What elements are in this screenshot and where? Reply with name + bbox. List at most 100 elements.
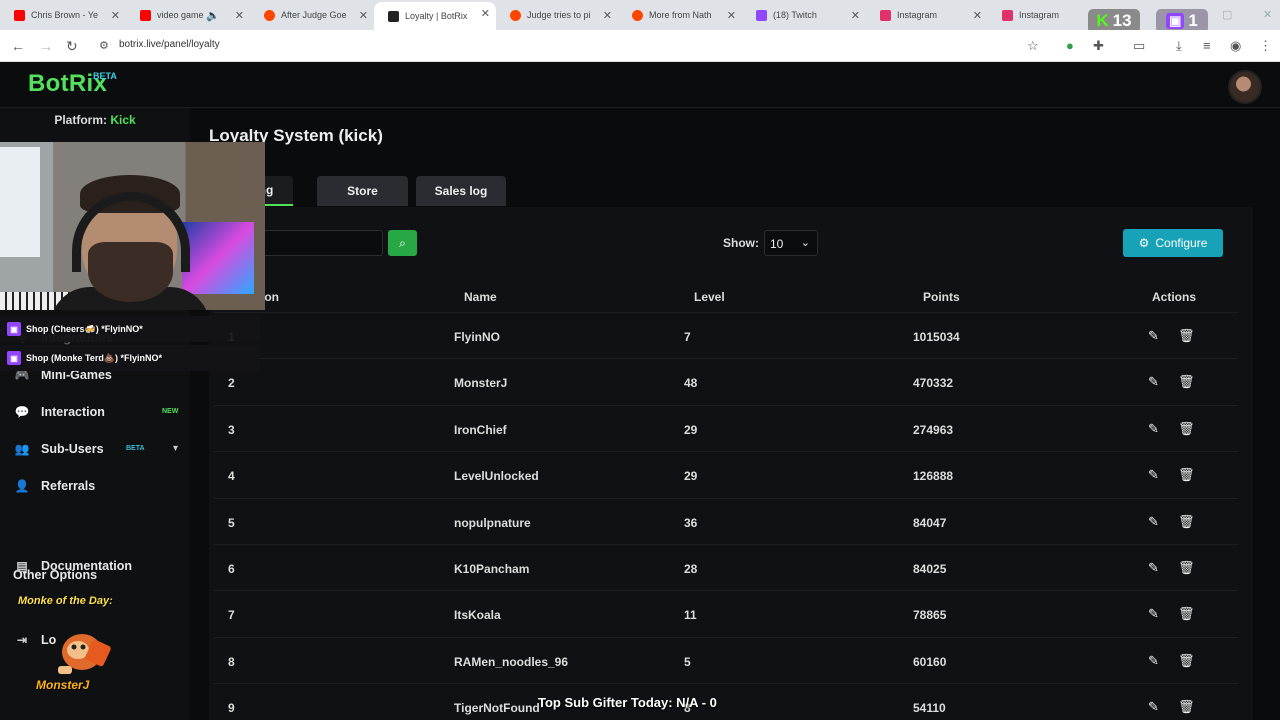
- rank-cell: 6: [228, 562, 235, 576]
- close-window-icon[interactable]: ✕: [1263, 8, 1272, 21]
- close-icon[interactable]: ✕: [481, 7, 490, 20]
- avatar[interactable]: [1228, 70, 1262, 104]
- tab-search-icon[interactable]: ▭: [1133, 38, 1145, 54]
- forward-arrow-icon[interactable]: →: [39, 38, 53, 54]
- points-cell: 60160: [913, 654, 947, 669]
- edit-icon[interactable]: ✎: [1148, 328, 1159, 344]
- sidebar-item-referrals[interactable]: 👤 Referrals: [14, 474, 96, 498]
- table-row: 4 LevelUnlocked 29 126888 ✎ 🗑: [214, 451, 1238, 497]
- delete-icon[interactable]: 🗑: [1178, 699, 1195, 715]
- points-cell: 274963: [913, 422, 954, 437]
- browser-tab[interactable]: Judge tries to pi ✕: [496, 4, 618, 26]
- media-icon[interactable]: ≡: [1203, 38, 1211, 53]
- tab-sales-log[interactable]: Sales log: [416, 176, 506, 206]
- edit-icon[interactable]: ✎: [1148, 514, 1159, 530]
- twitch-icon: ▣: [1166, 13, 1185, 29]
- show-label: Show:: [723, 236, 759, 250]
- table-row: 5 nopulpnature 36 84047 ✎ 🗑: [214, 497, 1238, 544]
- extensions-puzzle-icon[interactable]: ✚: [1093, 38, 1104, 54]
- page-size-select[interactable]: 10 ⌄: [764, 230, 818, 256]
- book-icon: ▤: [16, 559, 28, 573]
- bookmark-star-icon[interactable]: ☆: [1027, 38, 1039, 54]
- rank-cell: 5: [228, 515, 235, 530]
- back-arrow-icon[interactable]: ←: [11, 38, 25, 54]
- name-cell: FlyinNO: [454, 330, 501, 344]
- reddit-icon: [264, 9, 275, 21]
- tab-store[interactable]: Store: [317, 176, 408, 206]
- close-icon[interactable]: ✕: [851, 9, 860, 22]
- rank-cell: 4: [228, 469, 235, 484]
- sidebar-item-interaction[interactable]: 💬 Interaction: [14, 400, 105, 424]
- download-icon[interactable]: ⤓: [1176, 38, 1182, 54]
- gears-icon: ⚙: [1138, 236, 1150, 250]
- restore-window-icon[interactable]: ▢: [1222, 8, 1232, 21]
- close-icon[interactable]: ✕: [727, 9, 736, 22]
- delete-icon[interactable]: 🗑: [1178, 328, 1195, 344]
- edit-icon[interactable]: ✎: [1148, 421, 1159, 437]
- browser-tab-active[interactable]: Loyalty | BotRix ✕: [374, 2, 496, 30]
- delete-icon[interactable]: 🗑: [1178, 467, 1195, 483]
- delete-icon[interactable]: 🗑: [1178, 560, 1195, 576]
- main-content: Loyalty System (kick) king Store Sales l…: [190, 108, 1280, 720]
- profile-icon[interactable]: ◉: [1230, 38, 1241, 54]
- level-cell: 29: [684, 422, 698, 437]
- reload-icon[interactable]: ↻: [66, 38, 78, 55]
- sidebar-item-sub-users[interactable]: 👥 Sub-Users: [14, 437, 104, 461]
- extension-icon[interactable]: ●: [1066, 38, 1074, 53]
- browser-tab[interactable]: Chris Brown - Ye ✕: [0, 4, 126, 26]
- close-icon[interactable]: ✕: [359, 9, 368, 22]
- botrix-icon: [388, 10, 399, 22]
- site-settings-icon[interactable]: ⚙: [99, 39, 109, 52]
- table-row: 6 K10Pancham 28 84025 ✎ 🗑: [214, 544, 1238, 590]
- edit-icon[interactable]: ✎: [1148, 374, 1159, 390]
- column-header-points[interactable]: Points: [923, 290, 960, 304]
- youtube-icon: [140, 9, 151, 21]
- delete-icon[interactable]: 🗑: [1178, 606, 1195, 622]
- edit-icon[interactable]: ✎: [1148, 699, 1159, 715]
- reddit-icon: [510, 9, 521, 21]
- youtube-icon: [14, 9, 25, 21]
- browser-tab[interactable]: Instagram ✕: [866, 4, 988, 26]
- browser-tab[interactable]: After Judge Goe ✕: [250, 4, 374, 26]
- level-cell: 28: [684, 562, 698, 576]
- edit-icon[interactable]: ✎: [1148, 467, 1159, 483]
- close-icon[interactable]: ✕: [111, 9, 120, 22]
- rank-cell: 7: [228, 608, 235, 623]
- menu-kebab-icon[interactable]: ⋮: [1259, 38, 1272, 54]
- url-field[interactable]: botrix.live/panel/loyalty: [119, 39, 220, 50]
- name-cell: nopulpnature: [454, 515, 531, 530]
- close-icon[interactable]: ✕: [973, 9, 982, 22]
- shop-alert: ▣ Shop (Monke Terd💩) *FlyinNO*: [0, 345, 260, 371]
- browser-tab[interactable]: (18) Twitch ✕: [742, 4, 866, 26]
- configure-button[interactable]: ⚙ Configure: [1123, 229, 1223, 257]
- edit-icon[interactable]: ✎: [1148, 560, 1159, 576]
- delete-icon[interactable]: 🗑: [1178, 374, 1195, 390]
- referrals-icon: 👤: [14, 479, 30, 493]
- close-icon[interactable]: ✕: [603, 9, 612, 22]
- shop-alert: ▣ Shop (Cheers🍻) *FlyinNO*: [0, 316, 260, 342]
- browser-tab[interactable]: Instagram: [988, 4, 1084, 26]
- points-cell: 470332: [913, 376, 954, 391]
- delete-icon[interactable]: 🗑: [1178, 514, 1195, 530]
- edit-icon[interactable]: ✎: [1148, 653, 1159, 669]
- webcam-overlay: [0, 142, 265, 310]
- sidebar-item-logout[interactable]: ⇥ Lo: [14, 628, 56, 652]
- mute-icon[interactable]: 🔈: [206, 9, 220, 22]
- delete-icon[interactable]: 🗑: [1178, 421, 1195, 437]
- name-cell: LevelUnlocked: [454, 469, 539, 484]
- level-cell: 36: [684, 515, 698, 530]
- rank-cell: 3: [228, 422, 235, 437]
- delete-icon[interactable]: 🗑: [1178, 653, 1195, 669]
- browser-tab[interactable]: video game 🔈 ✕: [126, 4, 250, 26]
- chevron-down-icon[interactable]: ▾: [173, 443, 178, 454]
- points-cell: 78865: [913, 608, 947, 623]
- edit-icon[interactable]: ✎: [1148, 606, 1159, 622]
- browser-tab[interactable]: More from Nath ✕: [618, 4, 742, 26]
- column-header-level[interactable]: Level: [694, 290, 725, 304]
- address-bar: ← → ↻ ⚙ botrix.live/panel/loyalty ☆ ● ✚ …: [0, 30, 1280, 62]
- kick-icon: K: [1096, 11, 1109, 30]
- search-button[interactable]: ⌕: [388, 230, 417, 256]
- sidebar-item-documentation[interactable]: ▤ Documentation: [14, 554, 132, 578]
- column-header-name[interactable]: Name: [464, 290, 497, 304]
- close-icon[interactable]: ✕: [235, 9, 244, 22]
